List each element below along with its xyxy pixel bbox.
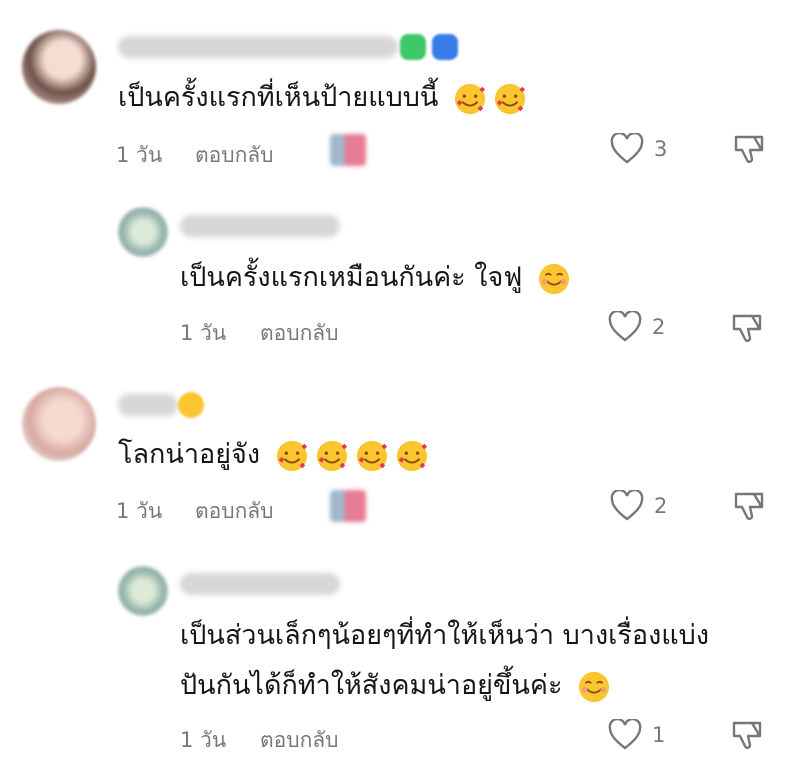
username-blurred[interactable] — [118, 394, 178, 416]
comment-text: โลกน่าอยู่จัง — [118, 430, 429, 480]
dislike-icon[interactable] — [731, 132, 767, 168]
smiling-face-with-hearts-icon — [276, 440, 307, 471]
sticker-thumbnail[interactable] — [330, 134, 366, 166]
heart-outline-icon — [610, 133, 644, 164]
like-count: 3 — [654, 137, 668, 161]
comment-text-line-1: เป็นส่วนเล็กๆน้อยๆที่ทำให้เห็นว่า บางเรื… — [180, 620, 710, 651]
reply-button[interactable]: ตอบกลับ — [260, 317, 339, 350]
smiling-face-icon — [538, 263, 570, 294]
username-blurred[interactable] — [118, 36, 398, 58]
like-button[interactable]: 2 — [608, 311, 665, 343]
like-count: 2 — [652, 315, 666, 339]
heart-outline-icon — [608, 311, 642, 342]
comment-text: เป็นครั้งแรกที่เห็นป้ายแบบนี้ — [118, 73, 527, 123]
smiling-face-with-hearts-icon — [494, 83, 526, 114]
heart-outline-icon — [610, 490, 644, 521]
smiling-face-icon — [578, 671, 610, 702]
heart-outline-icon — [608, 719, 642, 750]
reply-button[interactable]: ตอบกลับ — [260, 724, 339, 757]
timestamp: 1 วัน — [116, 143, 163, 167]
like-count: 2 — [654, 494, 668, 518]
sticker-thumbnail[interactable] — [330, 490, 366, 522]
like-button[interactable]: 1 — [608, 719, 665, 751]
dislike-icon[interactable] — [731, 489, 767, 525]
username-blurred[interactable] — [180, 573, 340, 595]
avatar[interactable] — [118, 207, 168, 257]
dislike-icon[interactable] — [729, 311, 765, 347]
username-blurred[interactable] — [180, 215, 340, 237]
smiling-face-with-hearts-icon — [316, 440, 347, 471]
timestamp: 1 วัน — [116, 499, 163, 523]
green-heart-icon — [400, 34, 426, 60]
avatar[interactable] — [22, 387, 96, 461]
emoji-badge-icon — [178, 392, 204, 418]
timestamp: 1 วัน — [180, 321, 227, 345]
avatar[interactable] — [118, 566, 168, 616]
smiling-face-with-hearts-icon — [356, 440, 387, 471]
reply-button[interactable]: ตอบกลับ — [195, 495, 274, 528]
username-badges — [400, 34, 458, 60]
dislike-icon[interactable] — [729, 718, 765, 754]
like-button[interactable]: 3 — [610, 133, 667, 165]
timestamp: 1 วัน — [180, 728, 227, 752]
smiling-face-with-hearts-icon — [454, 83, 486, 114]
like-count: 1 — [652, 723, 666, 747]
blue-heart-icon — [432, 34, 458, 60]
like-button[interactable]: 2 — [610, 490, 667, 522]
username-badges — [178, 392, 204, 418]
reply-button[interactable]: ตอบกลับ — [195, 139, 274, 172]
comment-text-line-2: ปันกันได้ก็ทำให้สังคมน่าอยู่ขึ้นค่ะ — [180, 661, 611, 711]
comment-text: เป็นครั้งแรกเหมือนกันค่ะ ใจฟู — [180, 253, 571, 303]
avatar[interactable] — [22, 30, 96, 104]
smiling-face-with-hearts-icon — [396, 440, 427, 471]
